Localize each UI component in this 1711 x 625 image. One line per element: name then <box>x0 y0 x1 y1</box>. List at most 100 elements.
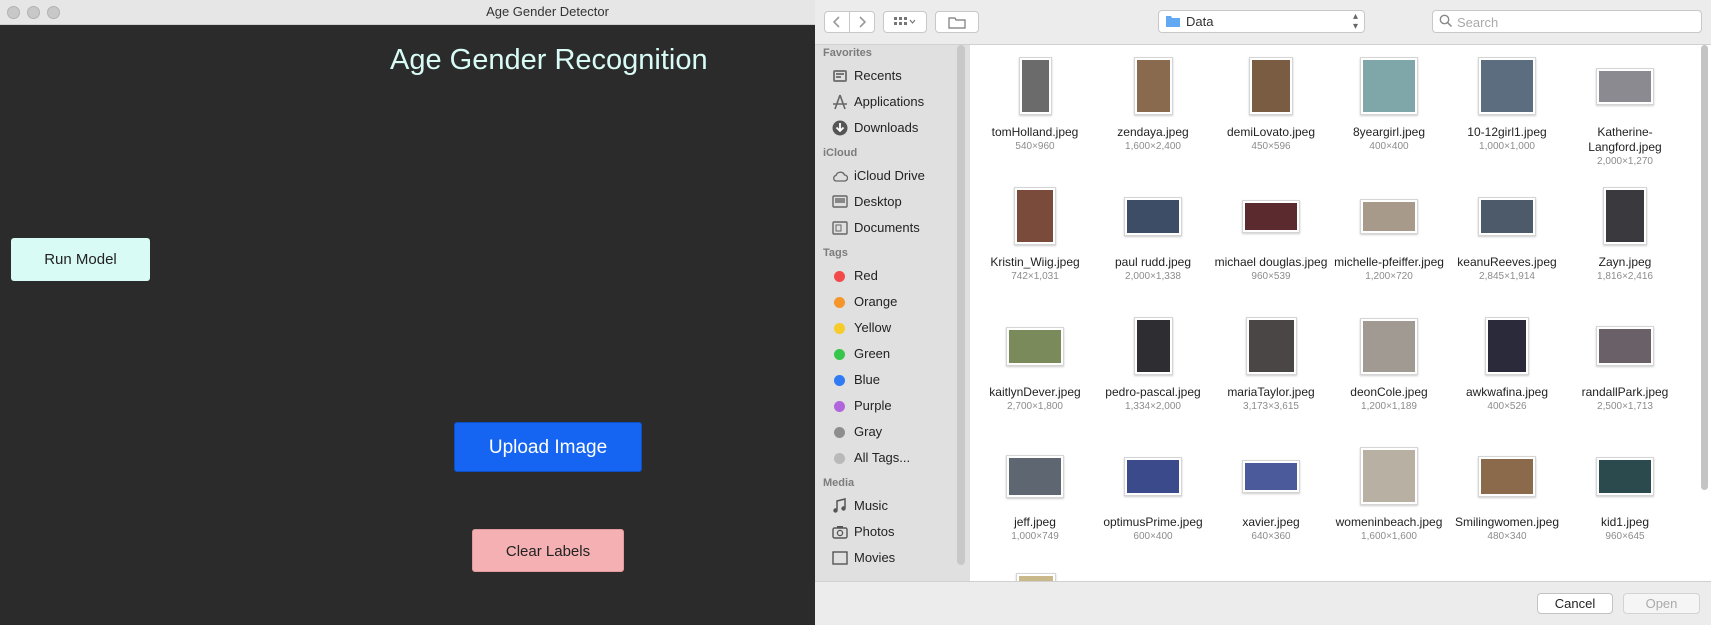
file-item[interactable]: pedro-pascal.jpeg 1,334×2,000 <box>1094 309 1212 437</box>
icloud-header: iCloud <box>823 147 858 159</box>
sidebar-item-tag-2[interactable]: Yellow <box>815 316 960 340</box>
new-folder-button[interactable] <box>935 11 979 33</box>
file-dimensions: 1,000×1,000 <box>1479 141 1535 152</box>
sidebar-item-label: Yellow <box>854 320 892 335</box>
upload-image-button[interactable]: Upload Image <box>454 422 642 472</box>
sidebar-item-tag-1[interactable]: Orange <box>815 290 960 314</box>
file-name: deonCole.jpeg <box>1350 385 1428 399</box>
file-item[interactable]: Kristin_Wiig.jpeg 742×1,031 <box>976 179 1094 307</box>
file-item[interactable]: deonCole.jpeg 1,200×1,189 <box>1330 309 1448 437</box>
sidebar-item-favorites-2[interactable]: Downloads <box>815 116 960 140</box>
view-mode-button[interactable] <box>883 11 927 33</box>
file-item[interactable]: kid1.jpeg 960×645 <box>1566 439 1684 567</box>
file-thumbnail <box>1478 456 1536 497</box>
sidebar-item-tag-5[interactable]: Purple <box>815 394 960 418</box>
file-dimensions: 1,334×2,000 <box>1125 401 1181 412</box>
file-name: Katherine-Langford.jpeg <box>1588 125 1662 154</box>
tag-color-dot-icon <box>834 323 845 334</box>
file-item[interactable]: awkwafina.jpeg 400×526 <box>1448 309 1566 437</box>
file-thumbnail <box>1006 327 1064 366</box>
file-dimensions: 2,000×1,270 <box>1597 156 1653 167</box>
cloud-icon <box>833 171 848 182</box>
file-thumbnail <box>1016 573 1056 581</box>
tag-color-dot-icon <box>834 349 845 360</box>
cancel-button[interactable]: Cancel <box>1537 593 1613 614</box>
search-icon <box>1439 14 1453 28</box>
location-label: Data <box>1186 14 1214 29</box>
file-dimensions: 600×400 <box>1133 531 1173 542</box>
tags-header: Tags <box>823 247 848 259</box>
file-item[interactable] <box>976 569 1094 581</box>
file-item[interactable]: 8yeargirl.jpeg 400×400 <box>1330 49 1448 177</box>
open-button[interactable]: Open <box>1623 593 1700 614</box>
file-name: pedro-pascal.jpeg <box>1105 385 1201 399</box>
sidebar-item-tag-6[interactable]: Gray <box>815 420 960 444</box>
file-thumbnail <box>1014 187 1056 245</box>
search-input[interactable] <box>1455 12 1699 33</box>
file-dimensions: 3,173×3,615 <box>1243 401 1299 412</box>
sidebar-item-favorites-0[interactable]: Recents <box>815 64 960 88</box>
file-dimensions: 1,200×1,189 <box>1361 401 1417 412</box>
file-item[interactable]: xavier.jpeg 640×360 <box>1212 439 1330 567</box>
sidebar-item-label: Green <box>854 346 891 361</box>
sidebar-item-tag-4[interactable]: Blue <box>815 368 960 392</box>
sidebar: Favorites Recents Applications Downloads iCl… <box>815 45 971 581</box>
sidebar-item-label: Recents <box>854 68 902 83</box>
sidebar-item-label: Blue <box>854 372 881 387</box>
file-name: kaitlynDever.jpeg <box>989 385 1081 399</box>
file-thumbnail <box>1124 457 1182 496</box>
sidebar-scrollbar[interactable] <box>957 45 965 565</box>
tag-color-dot-icon <box>834 375 845 386</box>
sidebar-item-label: Orange <box>854 294 898 309</box>
file-name: 8yeargirl.jpeg <box>1352 125 1426 139</box>
sidebar-item-tag-0[interactable]: Red <box>815 264 960 288</box>
file-thumbnail <box>1249 57 1293 115</box>
file-item[interactable]: Zayn.jpeg 1,816×2,416 <box>1566 179 1684 307</box>
sidebar-item-favorites-1[interactable]: Applications <box>815 90 960 114</box>
file-dimensions: 540×960 <box>1015 141 1055 152</box>
file-dimensions: 2,845×1,914 <box>1479 271 1535 282</box>
file-item[interactable]: zendaya.jpeg 1,600×2,400 <box>1094 49 1212 177</box>
file-item[interactable]: michael douglas.jpeg 960×539 <box>1212 179 1330 307</box>
file-name: tomHolland.jpeg <box>991 125 1079 139</box>
forward-button[interactable] <box>849 11 875 33</box>
file-item[interactable]: womeninbeach.jpeg 1,600×1,600 <box>1330 439 1448 567</box>
file-name: awkwafina.jpeg <box>1465 385 1549 399</box>
run-model-button[interactable]: Run Model <box>11 238 150 281</box>
file-item[interactable]: kaitlynDever.jpeg 2,700×1,800 <box>976 309 1094 437</box>
file-thumbnail <box>1596 68 1654 105</box>
file-item[interactable]: paul rudd.jpeg 2,000×1,338 <box>1094 179 1212 307</box>
file-item[interactable]: tomHolland.jpeg 540×960 <box>976 49 1094 177</box>
file-name: 10-12girl1.jpeg <box>1467 125 1547 139</box>
file-item[interactable]: optimusPrime.jpeg 600×400 <box>1094 439 1212 567</box>
sidebar-item-media-2[interactable]: Movies <box>815 546 960 570</box>
file-grid-scrollbar[interactable] <box>1701 45 1708 490</box>
file-item[interactable]: keanuReeves.jpeg 2,845×1,914 <box>1448 179 1566 307</box>
file-item[interactable]: 10-12girl1.jpeg 1,000×1,000 <box>1448 49 1566 177</box>
location-dropdown[interactable]: Data ▴ ▾ <box>1158 10 1365 33</box>
file-item[interactable]: jeff.jpeg 1,000×749 <box>976 439 1094 567</box>
sidebar-item-media-0[interactable]: Music <box>815 494 960 518</box>
file-item[interactable]: mariaTaylor.jpeg 3,173×3,615 <box>1212 309 1330 437</box>
file-name: Zayn.jpeg <box>1598 255 1652 269</box>
file-item[interactable]: randallPark.jpeg 2,500×1,713 <box>1566 309 1684 437</box>
sidebar-item-tag-3[interactable]: Green <box>815 342 960 366</box>
download-icon <box>832 120 848 136</box>
sidebar-item-label: Music <box>854 498 888 513</box>
file-item[interactable]: demiLovato.jpeg 450×596 <box>1212 49 1330 177</box>
clock-icon <box>833 70 847 82</box>
file-dimensions: 2,000×1,338 <box>1125 271 1181 282</box>
back-button[interactable] <box>824 11 850 33</box>
sidebar-item-label: Applications <box>854 94 925 109</box>
file-item[interactable]: Smilingwomen.jpeg 480×340 <box>1448 439 1566 567</box>
file-item[interactable]: Katherine-Langford.jpeg 2,000×1,270 <box>1566 49 1684 177</box>
file-item[interactable]: michelle-pfeiffer.jpeg 1,200×720 <box>1330 179 1448 307</box>
file-thumbnail <box>1360 447 1418 505</box>
clear-labels-button[interactable]: Clear Labels <box>472 529 624 572</box>
sidebar-item-icloud-2[interactable]: Documents <box>815 216 960 240</box>
sidebar-item-tag-7[interactable]: All Tags... <box>815 446 960 470</box>
search-field[interactable] <box>1432 10 1702 33</box>
sidebar-item-icloud-0[interactable]: iCloud Drive <box>815 164 960 188</box>
sidebar-item-icloud-1[interactable]: Desktop <box>815 190 960 214</box>
sidebar-item-media-1[interactable]: Photos <box>815 520 960 544</box>
